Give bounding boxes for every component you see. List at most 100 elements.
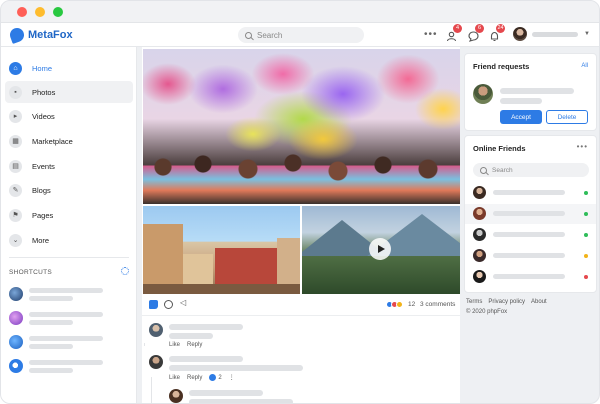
messages-icon[interactable]: 6 [468,24,484,42]
close-window-button[interactable] [17,7,27,17]
friend-avatar [473,186,486,199]
shortcut-item[interactable] [9,309,134,327]
sidebar-item-label: More [32,235,50,245]
online-friend-row[interactable] [465,267,596,287]
comment-icon[interactable] [164,300,173,309]
more-options-icon[interactable]: ••• [424,29,438,40]
sidebar-item-videos[interactable]: ▸ Videos [5,105,133,127]
messages-badge: 6 [475,24,484,33]
shortcut-item[interactable] [9,357,134,375]
delete-button[interactable]: Delete [546,110,588,124]
copyright-text: © 2020 phpFox [466,309,508,315]
sidebar-item-more[interactable]: ⌄ More [5,229,133,251]
shortcut-name-placeholder [29,360,103,365]
crowd-image-layer [143,149,460,204]
sidebar-item-photos[interactable]: ▪ Photos [5,81,133,103]
user-name-placeholder[interactable] [532,32,578,37]
calendar-icon: ▤ [9,159,22,173]
comment-like-link[interactable]: Like [169,375,180,381]
notifications-bell-icon[interactable]: 24 [489,24,505,42]
shortcut-name-placeholder [29,336,103,341]
friend-avatar [473,249,486,262]
friend-avatar [473,228,486,241]
commenter-name-placeholder [169,356,243,362]
sidebar-item-blogs[interactable]: ✎ Blogs [5,179,133,201]
notifications-badge: 24 [496,24,505,33]
shortcut-avatar [9,359,23,373]
commenter-avatar[interactable] [149,355,163,369]
online-friends-search[interactable] [473,163,589,177]
online-status-dot [584,212,588,216]
play-icon [377,245,385,253]
requester-avatar[interactable] [473,84,493,104]
terms-link[interactable]: Terms [466,299,482,305]
replier-avatar[interactable] [169,389,183,403]
reaction-count[interactable]: 12 [408,301,415,308]
logo-text: MetaFox [28,29,73,41]
about-link[interactable]: About [531,299,547,305]
sidebar-item-marketplace[interactable]: ▦ Marketplace [5,130,133,152]
sidebar-item-label: Home [32,63,53,73]
shortcut-meta-placeholder [29,368,73,373]
search-input[interactable] [257,30,357,40]
reaction-icons[interactable] [386,301,403,309]
comments-count[interactable]: 3 comments [420,301,455,308]
metafox-logo-icon [8,26,26,44]
replier-name-placeholder [189,390,263,396]
privacy-policy-link[interactable]: Privacy policy [488,299,525,305]
footer-links: Terms Privacy policy About [466,299,553,305]
friend-requests-title: Friend requests [473,62,530,71]
sidebar-item-events[interactable]: ▤ Events [5,155,133,177]
online-friends-search-input[interactable] [492,166,582,174]
sidebar-item-label: Photos [32,87,56,97]
accept-button[interactable]: Accept [500,110,542,124]
comment-like-link[interactable]: Like [169,342,180,348]
online-status-dot [584,191,588,195]
global-search[interactable] [238,27,364,43]
chevron-down-icon[interactable]: ▼ [584,31,590,37]
shortcut-item[interactable] [9,333,134,351]
post-video-mountain[interactable] [302,206,460,294]
sidebar-item-label: Blogs [32,185,51,195]
online-friend-row[interactable] [465,246,596,266]
logo[interactable]: MetaFox [8,26,73,44]
home-icon: ⌂ [9,61,22,75]
shortcut-avatar [9,311,23,325]
commenter-avatar[interactable] [149,323,163,337]
post-photo-festival[interactable] [143,49,460,204]
online-friend-row[interactable] [465,204,596,224]
reply-thread-line [144,343,145,346]
photo-icon: ▪ [9,85,22,99]
post-photo-street[interactable] [143,206,300,294]
shortcut-avatar [9,335,23,349]
shortcut-item[interactable] [9,285,134,303]
friends-icon[interactable]: 4 [446,24,462,42]
post-divider [142,315,460,316]
thumbs-up-icon[interactable] [149,300,158,309]
gear-icon[interactable] [121,267,129,275]
friend-name-placeholder [493,274,565,279]
friend-requests-all-link[interactable]: All [581,63,588,69]
online-friend-row[interactable] [465,225,596,245]
play-button[interactable] [369,238,391,260]
sidebar-item-home[interactable]: ⌂ Home [5,57,133,79]
maximize-window-button[interactable] [53,7,63,17]
user-avatar[interactable] [513,27,527,41]
comment-reply-link[interactable]: Reply [187,375,202,381]
online-friend-row[interactable] [465,183,596,203]
requester-meta-placeholder [500,98,542,104]
comment-text-placeholder [169,333,213,339]
sidebar-item-pages[interactable]: ⚑ Pages [5,204,133,226]
more-options-icon[interactable]: ⋮ [229,375,235,381]
shortcut-name-placeholder [29,288,103,293]
search-icon [480,166,487,174]
share-icon[interactable] [180,298,189,309]
store-icon: ▦ [9,134,22,148]
more-options-icon[interactable]: ••• [577,142,588,151]
shortcut-name-placeholder [29,312,103,317]
friends-badge: 4 [453,24,462,33]
haha-reaction-icon [396,301,403,308]
requester-name-placeholder [500,88,574,94]
comment-reply-link[interactable]: Reply [187,342,202,348]
minimize-window-button[interactable] [35,7,45,17]
